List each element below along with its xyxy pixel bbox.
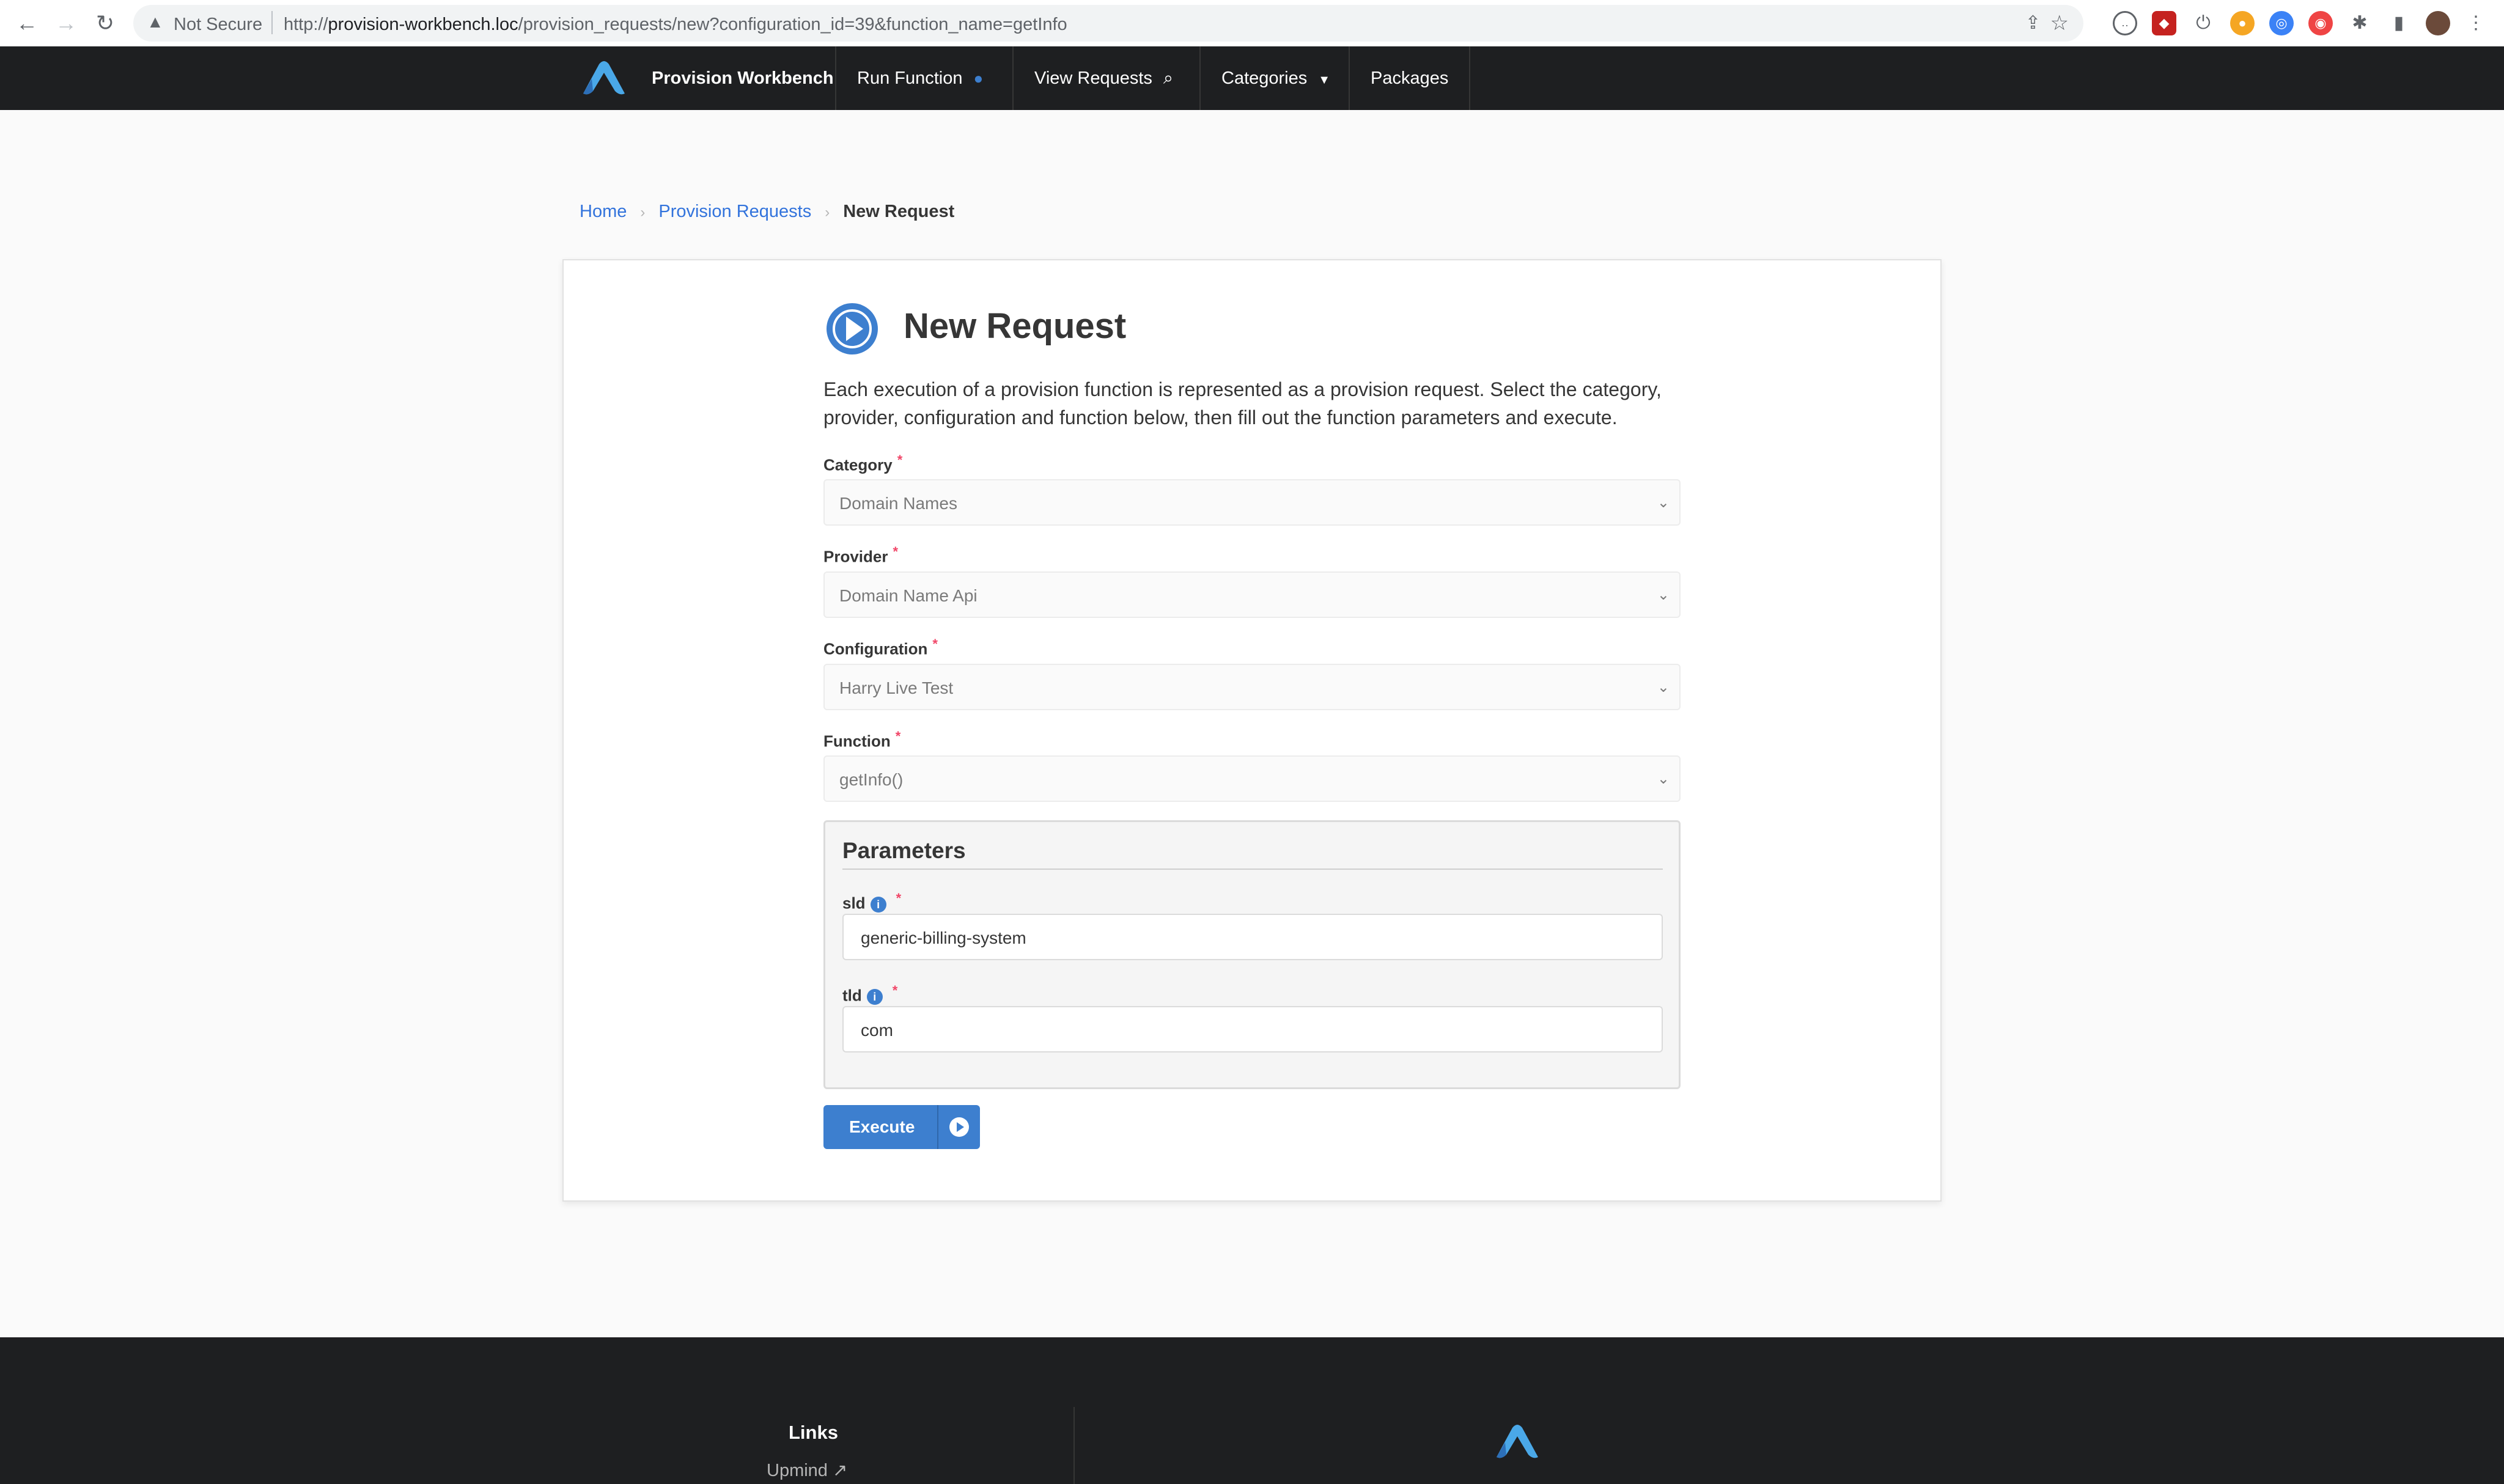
tld-label: tld i *: [842, 983, 898, 1005]
function-value: getInfo(): [839, 770, 904, 789]
footer-links-title: Links: [789, 1422, 838, 1443]
configuration-select[interactable]: Harry Live Test ⌄: [823, 664, 1681, 710]
brand-name[interactable]: Provision Workbench: [652, 46, 834, 110]
breadcrumb-current: New Request: [843, 202, 955, 221]
search-icon: ⌕: [1163, 68, 1174, 88]
chevron-down-icon: ⌄: [1657, 679, 1670, 696]
sld-label: sld i *: [842, 891, 902, 913]
extension-icon[interactable]: ◎: [2269, 11, 2294, 35]
brand-logo[interactable]: [581, 46, 627, 110]
address-bar[interactable]: ▲ Not Secure http://provision-workbench.…: [133, 5, 2083, 42]
puzzle-icon[interactable]: ✱: [2348, 11, 2372, 35]
nav-categories-label: Categories: [1221, 68, 1308, 88]
share-icon[interactable]: ⇪: [2025, 12, 2041, 34]
chevron-down-icon: ⌄: [1657, 587, 1670, 603]
nav-run-function[interactable]: Run Function ●: [835, 46, 1004, 110]
category-label: Category *: [823, 452, 903, 474]
nav-view-requests-label: View Requests: [1034, 68, 1152, 88]
provider-label: Provider *: [823, 544, 899, 566]
ublock-icon[interactable]: ◆: [2152, 11, 2176, 35]
nav-packages-label: Packages: [1371, 68, 1449, 88]
parameters-box: Parameters sld i * generic-billing-system …: [823, 820, 1681, 1089]
chevron-right-icon: ›: [640, 204, 646, 221]
extension-icon[interactable]: ··: [2113, 11, 2137, 35]
warning-icon: ▲: [147, 12, 164, 31]
browser-toolbar: ← → ↻ ▲ Not Secure http://provision-work…: [0, 0, 2504, 46]
footer-logo-icon: [1494, 1424, 1541, 1463]
nav-view-requests[interactable]: View Requests ⌕: [1012, 46, 1194, 110]
sidebar-icon[interactable]: ▮: [2387, 11, 2411, 35]
reload-icon[interactable]: ↻: [90, 9, 120, 38]
function-label: Function *: [823, 729, 901, 751]
breadcrumb: Home › Provision Requests › New Request: [580, 202, 954, 222]
provider-value: Domain Name Api: [839, 586, 978, 605]
category-value: Domain Names: [839, 494, 957, 513]
bookmark-star-icon[interactable]: ☆: [2050, 11, 2069, 35]
intro-text: Each execution of a provision function i…: [823, 378, 1662, 428]
button-divider: [937, 1105, 938, 1149]
nav-run-function-label: Run Function: [857, 68, 963, 88]
info-icon[interactable]: i: [866, 988, 883, 1005]
extension-icon[interactable]: ●: [2230, 11, 2255, 35]
execute-button[interactable]: Execute: [823, 1105, 980, 1149]
avatar[interactable]: [2426, 11, 2450, 35]
back-icon[interactable]: ←: [12, 9, 42, 38]
app-navbar: Provision Workbench Run Function ● View R…: [0, 46, 2504, 110]
configuration-label: Configuration *: [823, 636, 938, 658]
footer: Links Upmind ↗: [0, 1337, 2504, 1484]
footer-link-upmind[interactable]: Upmind ↗: [767, 1460, 847, 1481]
url-text[interactable]: http://provision-workbench.loc/provision…: [284, 15, 1067, 35]
external-link-icon: ↗: [833, 1461, 848, 1480]
tld-input[interactable]: com: [842, 1006, 1663, 1052]
play-circle-icon: [827, 303, 878, 354]
menu-icon[interactable]: ⋮: [2464, 11, 2488, 35]
provider-select[interactable]: Domain Name Api ⌄: [823, 571, 1681, 618]
forward-icon[interactable]: →: [51, 9, 81, 38]
play-circle-icon: [949, 1117, 969, 1137]
nav-packages[interactable]: Packages: [1349, 46, 1471, 110]
sld-input[interactable]: generic-billing-system: [842, 914, 1663, 960]
execute-label: Execute: [849, 1117, 915, 1136]
logo-icon: [583, 61, 625, 95]
breadcrumb-provision-requests[interactable]: Provision Requests: [658, 202, 811, 221]
chevron-down-icon: ⌄: [1657, 494, 1670, 511]
chevron-down-icon: ⌄: [1657, 771, 1670, 787]
info-icon[interactable]: i: [870, 896, 886, 913]
nav-categories[interactable]: Categories ▼: [1199, 46, 1351, 110]
security-label: Not Secure: [174, 15, 263, 34]
parameters-title: Parameters: [842, 838, 966, 863]
page-title: New Request: [904, 306, 1127, 346]
address-separator: [271, 11, 273, 34]
power-icon[interactable]: ⏻: [2191, 11, 2215, 35]
footer-divider: [1073, 1407, 1075, 1484]
breadcrumb-home[interactable]: Home: [580, 202, 627, 221]
extension-icon[interactable]: ◉: [2308, 11, 2333, 35]
parameters-divider: [842, 869, 1663, 870]
function-select[interactable]: getInfo() ⌄: [823, 755, 1681, 802]
category-select[interactable]: Domain Names ⌄: [823, 479, 1681, 526]
play-circle-icon: ●: [973, 69, 984, 87]
chevron-right-icon: ›: [825, 204, 830, 221]
caret-down-icon: ▼: [1318, 73, 1331, 87]
configuration-value: Harry Live Test: [839, 678, 954, 697]
